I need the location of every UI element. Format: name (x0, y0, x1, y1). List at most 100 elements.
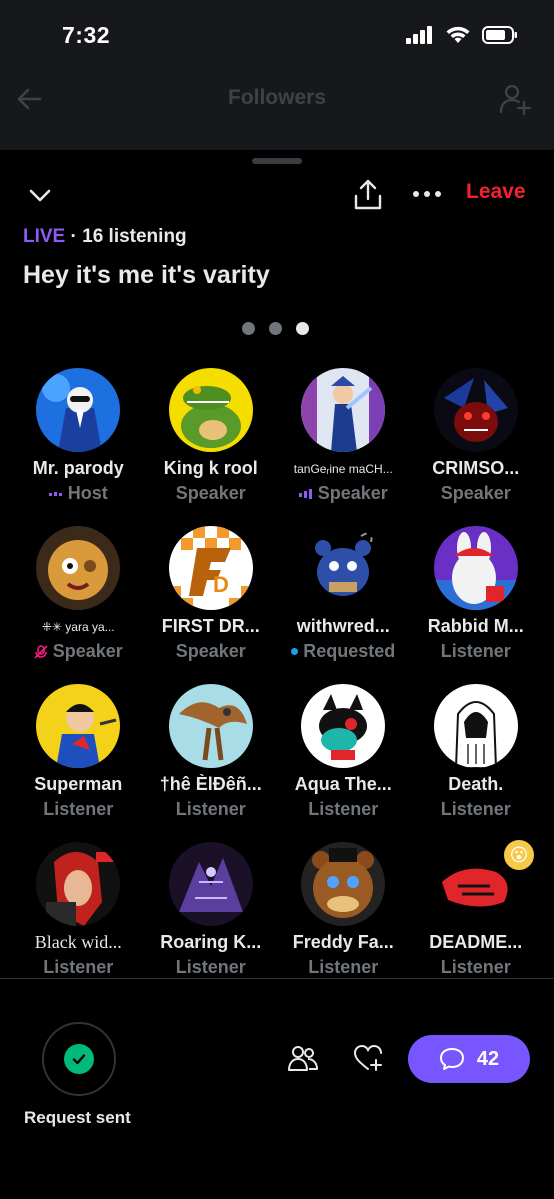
avatar (301, 842, 386, 926)
participant-name: †hê ÈlĐêñ... (159, 774, 262, 794)
participant-role-label: Listener (175, 799, 246, 819)
live-badge: LIVE (23, 226, 66, 247)
participant[interactable]: Black wid... Listener (12, 842, 145, 983)
share-icon[interactable] (352, 178, 384, 212)
avatar (301, 526, 386, 610)
participant-role: Listener (43, 799, 113, 820)
page-dot[interactable] (269, 322, 282, 335)
reaction-emoji: 😮 (502, 838, 536, 872)
avatar: D (168, 526, 253, 610)
participant[interactable]: King k rool Speaker (145, 368, 278, 509)
avatar (433, 684, 518, 768)
chevron-down-icon[interactable] (24, 182, 56, 210)
people-icon[interactable] (288, 1044, 318, 1072)
speaking-icon (298, 488, 312, 499)
participant-name: Superman (34, 774, 123, 794)
avatar (36, 526, 121, 610)
participant-role: Speaker (176, 641, 246, 662)
participant-role: Speaker (176, 483, 246, 504)
participant[interactable]: withwred... Requested (277, 526, 410, 667)
heart-plus-icon[interactable] (353, 1044, 383, 1072)
status-bar: 7:32 (0, 0, 554, 70)
participant[interactable]: Superman Listener (12, 684, 145, 825)
signal-icon (406, 26, 432, 44)
participant-name: Freddy Fa... (292, 932, 394, 952)
status-icons (406, 26, 518, 44)
leave-button[interactable]: Leave (466, 180, 526, 204)
check-icon (64, 1044, 94, 1074)
add-person-icon[interactable] (498, 82, 532, 116)
participant-role: Listener (308, 799, 378, 820)
participant-role-label: Listener (440, 799, 511, 819)
participant[interactable]: Freddy Fa... Listener (277, 842, 410, 983)
participant-role-label: Listener (440, 957, 511, 977)
page-dot-active[interactable] (296, 322, 309, 335)
followers-header: Followers (0, 70, 554, 150)
participant-name: Rabbid M... (427, 616, 524, 636)
participant-role-label: Host (67, 483, 108, 503)
avatar (433, 368, 518, 452)
page-dot[interactable] (242, 322, 255, 335)
page-title: Followers (227, 86, 327, 109)
participant-role: Listener (43, 957, 113, 978)
mic-muted-icon (34, 644, 48, 659)
participant[interactable]: †hê ÈlĐêñ... Listener (145, 684, 278, 825)
participant[interactable]: D FIRST DR... Speaker (145, 526, 278, 667)
participant-role: Listener (176, 957, 246, 978)
avatar (168, 368, 253, 452)
space-sheet: Leave LIVE · 16 listening Hey it's me it… (0, 150, 554, 1199)
participant-role-label: Listener (308, 799, 379, 819)
participant-role: Requested (291, 641, 395, 662)
avatar (36, 684, 121, 768)
participant[interactable]: ⁜✳︎ yara ya... Speaker (12, 526, 145, 667)
svg-text:D: D (213, 572, 229, 597)
participant[interactable]: CRIMSO... Speaker (410, 368, 543, 509)
participant-role: Listener (176, 799, 246, 820)
participant-role: Speaker (34, 641, 123, 662)
participant[interactable]: Aqua The... Listener (277, 684, 410, 825)
participant-role: Listener (441, 957, 511, 978)
wifi-icon (446, 26, 470, 43)
request-button[interactable] (42, 1022, 116, 1096)
participant-role-label: Speaker (175, 483, 246, 503)
participant-name: Aqua The... (294, 774, 392, 794)
participant-role-label: Speaker (440, 483, 511, 503)
participant-name: FIRST DR... (161, 616, 260, 636)
participant-name: CRIMSO... (432, 458, 520, 478)
participant[interactable]: Mr. parody Host (12, 368, 145, 509)
participant[interactable]: Death. Listener (410, 684, 543, 825)
participant-role-label: Speaker (317, 483, 388, 503)
participant[interactable]: Rabbid M... Listener (410, 526, 543, 667)
participant-name: DEADME... (429, 932, 523, 952)
participant[interactable]: Roaring K... Listener (145, 842, 278, 983)
participant-role-label: Listener (43, 957, 114, 977)
participant-name: Black wid... (34, 932, 122, 952)
more-options-icon[interactable] (410, 184, 444, 204)
speaking-icon (48, 491, 62, 496)
sheet-grabber[interactable] (252, 158, 302, 164)
participant-role-label: Listener (308, 957, 379, 977)
avatar (433, 526, 518, 610)
participant-role-label: Listener (43, 799, 114, 819)
live-status: LIVE · 16 listening (23, 226, 187, 248)
comments-count: 42 (476, 1047, 500, 1070)
participant-role: Speaker (298, 483, 388, 504)
participant-name: tanGeᵣine maCH... (293, 462, 393, 476)
request-label: Request sent (24, 1108, 131, 1127)
participant-role-label: Requested (303, 641, 396, 661)
participant-name: King k rool (163, 458, 258, 478)
comments-button[interactable]: 42 (408, 1035, 530, 1083)
participant-name: Death. (448, 774, 504, 794)
battery-icon (482, 26, 517, 44)
participant[interactable]: tanGeᵣine maCH... Speaker (277, 368, 410, 509)
participant-role-label: Listener (440, 641, 511, 661)
comment-icon (439, 1048, 464, 1070)
listening-count: · 16 listening (70, 226, 187, 247)
participant-name: withwred... (296, 616, 390, 636)
space-title: Hey it's me it's varity (23, 261, 270, 289)
page-indicator[interactable] (242, 322, 309, 335)
participant-name: ⁜✳︎ yara ya... (41, 620, 115, 634)
footer-divider (0, 978, 554, 979)
participant-name: Roaring K... (160, 932, 262, 952)
participant[interactable]: 😮 DEADME... Listener (410, 838, 543, 983)
